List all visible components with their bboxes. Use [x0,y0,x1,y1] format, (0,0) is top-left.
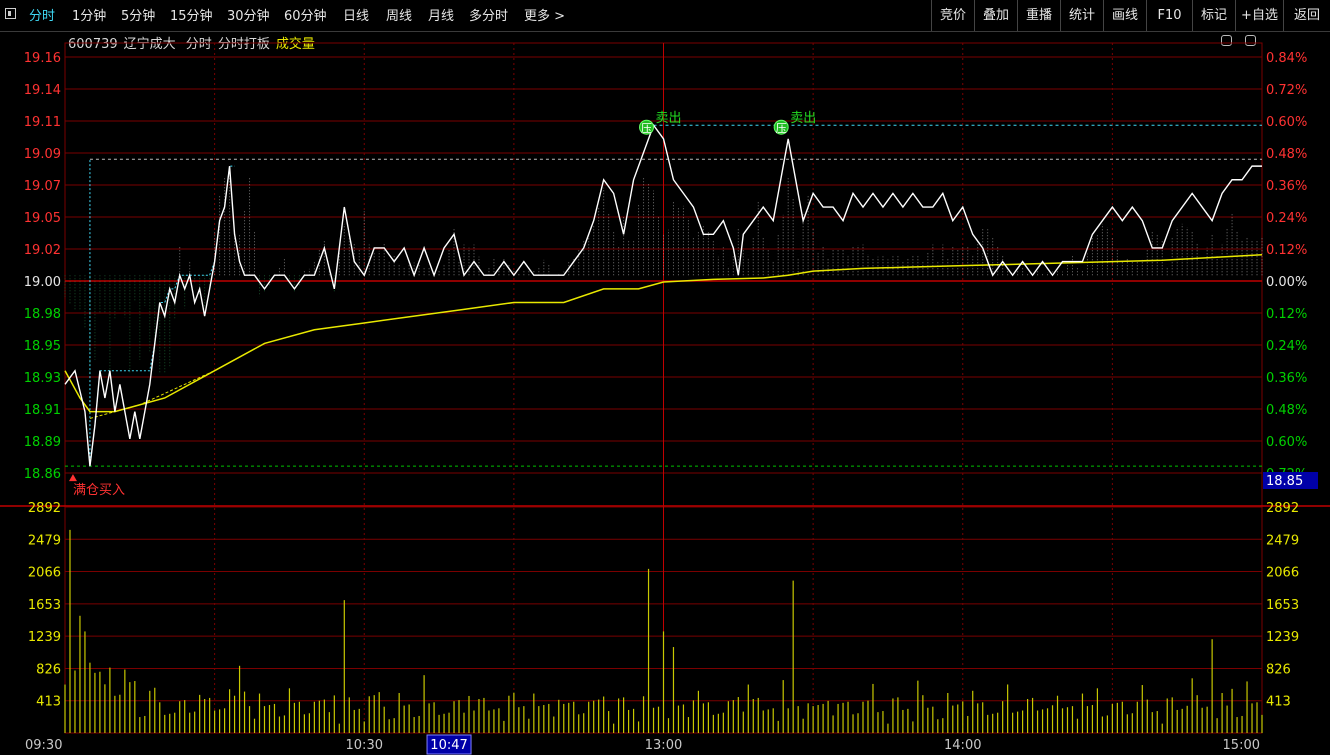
percent-axis-label: 0.36% [1266,179,1307,194]
mark-button[interactable]: 标记 [1192,0,1235,31]
stock-name: 辽宁成大 [123,37,176,52]
info-volume[interactable]: 成交量 [276,37,315,52]
volume-axis-label: 826 [36,662,61,677]
volume-axis-label: 413 [1266,695,1291,710]
buy-arrow-icon [68,474,77,482]
buy-signal-label: 满仓买入 [73,483,125,498]
tab-weekly[interactable]: 周线 [386,5,412,24]
volume-axis-label: 1653 [28,598,61,613]
time-axis-label: 10:30 [346,738,383,753]
percent-axis-label: 0.60% [1266,115,1307,130]
price-axis-label: 19.00 [24,275,61,290]
price-axis-label: 19.16 [24,51,61,66]
menu-icon[interactable] [5,8,16,19]
volume-axis-label: 413 [36,695,61,710]
tab-60min[interactable]: 60分钟 [284,5,327,24]
tab-30min[interactable]: 30分钟 [227,5,270,24]
back-button[interactable]: 返回 [1283,0,1330,31]
percent-axis-label: 0.12% [1266,307,1307,322]
price-axis-label: 18.95 [24,339,61,354]
volume-axis-label: 2066 [1266,566,1299,581]
tab-daily[interactable]: 日线 [343,5,369,24]
sell-signal-label: 卖出 [790,111,816,126]
tab-1min[interactable]: 1分钟 [72,5,106,24]
tab-multi-fenshi[interactable]: 多分时 [469,5,508,24]
percent-axis-label: 0.72% [1266,467,1307,482]
volume-axis-label: 2479 [28,533,61,548]
price-axis-label: 18.98 [24,307,61,322]
price-axis-label: 18.91 [24,403,61,418]
pressure-badge-label: 压 [641,122,652,135]
volume-axis-label: 1239 [1266,630,1299,645]
crosshair-time-tag: 10:47 [430,738,467,753]
pressure-badge-icon [773,119,789,135]
volume-axis-label: 2066 [28,566,61,581]
time-axis-label: 15:00 [1223,738,1260,753]
info-fenshi[interactable]: 分时 [186,37,212,52]
tab-fenshi[interactable]: 分时 [29,5,55,24]
current-price-tag-bg [1263,472,1318,489]
price-axis-label: 19.14 [24,83,61,98]
cyan-high-line [89,165,235,467]
percent-axis-label: 0.24% [1266,339,1307,354]
price-axis-label: 19.11 [24,115,61,130]
volume-axis-label: 1239 [28,630,61,645]
stats-button[interactable]: 统计 [1060,0,1103,31]
percent-axis-label: 0.00% [1266,275,1307,290]
time-axis-label: 09:30 [25,738,62,753]
info-daban[interactable]: 分时打板 [218,37,270,52]
price-axis-label: 19.05 [24,211,61,226]
volume-axis-label: 826 [1266,662,1291,677]
volume-axis-label: 2892 [28,501,61,516]
percent-axis-label: 0.72% [1266,83,1307,98]
percent-axis-label: 0.12% [1266,243,1307,258]
pressure-badge-label: 压 [776,122,787,135]
volume-axis-label: 1653 [1266,598,1299,613]
overlay-button[interactable]: 叠加 [974,0,1017,31]
tab-15min[interactable]: 15分钟 [170,5,213,24]
time-axis-label: 14:00 [944,738,981,753]
percent-axis-label: 0.48% [1266,147,1307,162]
stock-info-bar: 600739 辽宁成大 分时 分时打板 成交量 [68,33,321,52]
percent-axis-label: 0.48% [1266,403,1307,418]
price-axis-label: 19.07 [24,179,61,194]
crosshair-time-tag-bg [426,734,472,755]
percent-axis-label: 0.60% [1266,435,1307,450]
price-axis-label: 18.86 [24,467,61,482]
average-price-line [64,254,1263,413]
current-price-tag: 18.85 [1266,474,1303,489]
volume-axis-label: 2479 [1266,533,1299,548]
pressure-badge-icon [639,119,655,135]
f10-button[interactable]: F10 [1146,0,1192,31]
tab-more[interactable]: 更多 > [524,5,565,24]
sell-signal-label: 卖出 [656,111,682,126]
restore-icon[interactable] [1245,35,1256,46]
volume-axis-label: 2892 [1266,501,1299,516]
percent-axis-label: 0.84% [1266,51,1307,66]
stock-code: 600739 [68,37,118,52]
up-arrow-icon[interactable] [1221,35,1232,46]
price-axis-label: 19.02 [24,243,61,258]
percent-axis-label: 0.24% [1266,211,1307,226]
top-toolbar: 分时 1分钟 5分钟 15分钟 30分钟 60分钟 日线 周线 月线 多分时 更… [0,0,1330,32]
percent-axis-label: 0.36% [1266,371,1307,386]
auction-button[interactable]: 竞价 [931,0,974,31]
tab-5min[interactable]: 5分钟 [121,5,155,24]
chart-frame [64,42,1263,734]
replay-button[interactable]: 重播 [1017,0,1060,31]
draw-line-button[interactable]: 画线 [1103,0,1146,31]
intraday-chart[interactable]: 19.16 0.84% 19.14 0.72% 19.11 0.60% 19.09 0.48%… [0,0,1330,755]
time-axis-label: 13:00 [645,738,682,753]
average-dash-line [89,370,215,419]
price-axis-label: 18.89 [24,435,61,450]
price-axis-label: 19.09 [24,147,61,162]
price-line [64,123,1262,467]
add-watchlist-button[interactable]: +自选 [1235,0,1283,31]
price-axis-label: 18.93 [24,371,61,386]
tab-monthly[interactable]: 月线 [428,5,454,24]
